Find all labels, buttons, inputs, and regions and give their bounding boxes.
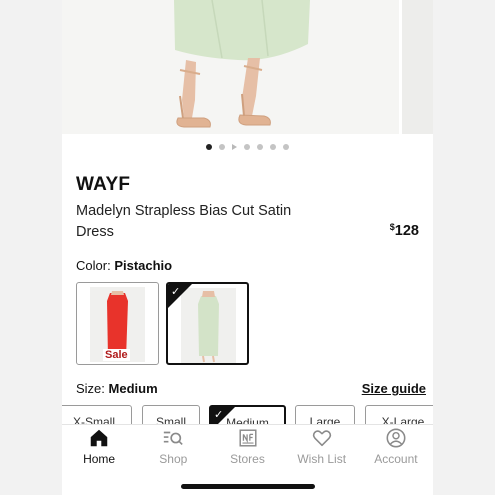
size-option-large[interactable]: Large (295, 405, 355, 425)
tab-stores[interactable]: Stores (210, 425, 284, 476)
carousel-pagination[interactable] (62, 143, 433, 151)
pagination-dot-1[interactable] (206, 144, 212, 150)
tab-label: Home (83, 452, 116, 466)
tab-home[interactable]: Home (62, 425, 136, 476)
size-option-small[interactable]: Small (142, 405, 200, 425)
price-value: 128 (394, 223, 419, 239)
product-main-image[interactable] (62, 0, 399, 134)
tab-label: Account (374, 452, 418, 466)
selected-size-name: Medium (108, 381, 158, 396)
home-indicator (181, 484, 315, 489)
product-name: Madelyn Strapless Bias Cut Satin Dress (76, 203, 292, 240)
pagination-dot-4[interactable] (257, 144, 263, 150)
sale-badge: Sale (103, 349, 130, 361)
product-price: $128 (390, 222, 419, 239)
pagination-dot-2[interactable] (219, 144, 225, 150)
size-label: Size: (76, 381, 105, 396)
heart-icon (312, 430, 331, 447)
size-option-xlarge[interactable]: X-Large (365, 405, 433, 425)
size-label-row: Size: Medium (76, 381, 158, 396)
tab-label: Stores (230, 452, 265, 466)
color-label-row: Color: Pistachio (76, 258, 172, 273)
pagination-dot-3[interactable] (244, 144, 250, 150)
size-option-xsmall[interactable]: X-Small (62, 405, 132, 425)
home-icon (90, 429, 108, 447)
product-image-carousel[interactable] (62, 0, 433, 134)
tab-wish-list[interactable]: Wish List (285, 425, 359, 476)
pagination-dot-5[interactable] (270, 144, 276, 150)
shop-search-icon (164, 431, 184, 446)
color-label: Color: (76, 258, 111, 273)
size-guide-link[interactable]: Size guide (362, 381, 426, 396)
color-swatch-red[interactable]: Sale (76, 282, 159, 365)
color-swatch-pistachio[interactable]: ✓ (166, 282, 249, 365)
tab-account[interactable]: Account (359, 425, 433, 476)
check-icon: ✓ (171, 285, 181, 298)
check-icon: ✓ (214, 408, 224, 421)
size-options: X-Small Small ✓ Medium Large X-Large (62, 405, 433, 425)
product-brand[interactable]: WAYF (76, 174, 130, 196)
size-option-medium[interactable]: ✓ Medium (209, 405, 286, 425)
product-detail-screen: WAYF Madelyn Strapless Bias Cut Satin Dr… (62, 0, 433, 495)
pagination-dot-6[interactable] (283, 144, 289, 150)
stores-icon (238, 429, 257, 447)
video-play-icon[interactable] (232, 144, 237, 150)
account-icon (386, 428, 406, 448)
tab-label: Shop (159, 452, 188, 466)
bottom-tab-bar: Home Shop Stores Wish List Account (62, 424, 433, 476)
selected-color-name: Pistachio (114, 258, 173, 273)
tab-shop[interactable]: Shop (136, 425, 210, 476)
tab-label: Wish List (297, 452, 347, 466)
next-product-image-peek[interactable] (402, 0, 433, 134)
